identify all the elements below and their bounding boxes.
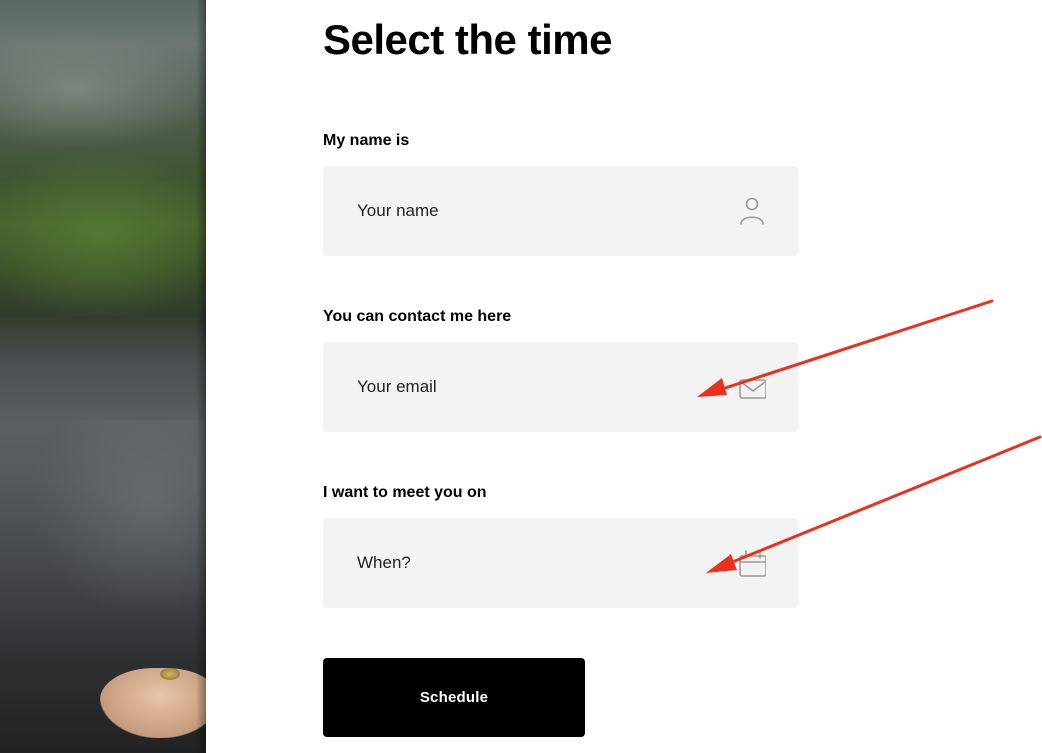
- name-input[interactable]: [357, 166, 717, 256]
- photo-hand: [100, 668, 206, 738]
- schedule-page: Select the time My name is You can conta…: [0, 0, 1042, 753]
- meeting-label: I want to meet you on: [323, 484, 487, 501]
- date-input[interactable]: [357, 518, 717, 608]
- photo-edge-shadow: [196, 0, 206, 753]
- photo-foliage: [0, 150, 206, 320]
- date-field-container: [323, 518, 798, 608]
- contact-label: You can contact me here: [323, 308, 512, 325]
- user-icon: [738, 196, 766, 226]
- schedule-button[interactable]: Schedule: [323, 658, 585, 737]
- photo-ring: [160, 668, 180, 680]
- calendar-icon: [738, 548, 767, 578]
- email-input[interactable]: [357, 342, 717, 432]
- side-photo: [0, 0, 206, 753]
- mail-icon: [738, 372, 767, 402]
- name-label: My name is: [323, 132, 410, 149]
- photo-highlight: [0, 30, 206, 150]
- name-field-container: [323, 166, 798, 256]
- page-title: Select the time: [323, 16, 612, 63]
- photo-pavement: [30, 420, 206, 620]
- email-field-container: [323, 342, 798, 432]
